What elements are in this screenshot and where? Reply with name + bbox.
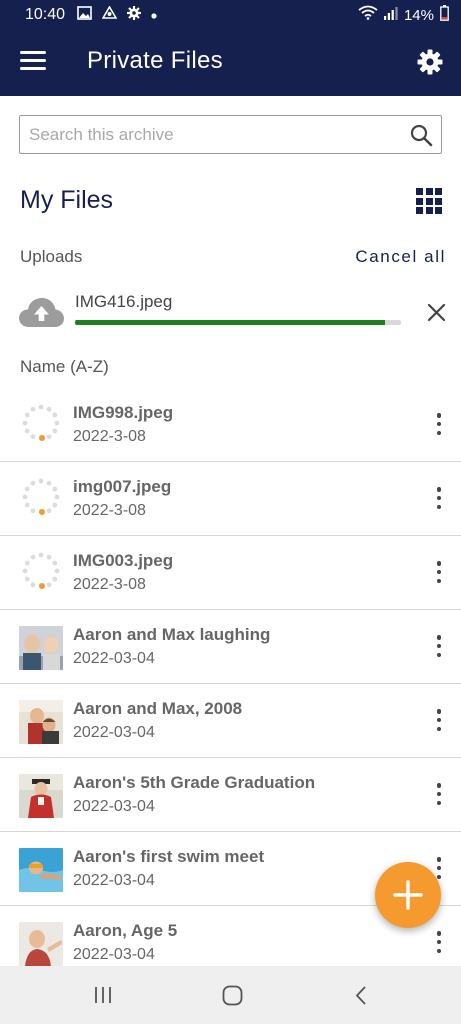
gear-icon[interactable] — [417, 49, 443, 75]
photo-thumbnail — [19, 848, 63, 892]
cloud-upload-icon — [19, 298, 64, 327]
more-vertical-icon[interactable] — [433, 783, 445, 805]
signal-icon — [383, 6, 398, 25]
drive-icon — [101, 4, 118, 25]
file-name: Aaron's 5th Grade Graduation — [73, 773, 316, 792]
more-vertical-icon[interactable] — [433, 709, 445, 731]
gallery-icon — [77, 5, 92, 25]
list-item[interactable]: IMG003.jpeg 2022-3-08 — [0, 536, 461, 610]
more-vertical-icon[interactable] — [433, 635, 445, 657]
file-date: 2022-3-08 — [73, 502, 146, 519]
upload-progress-bar — [75, 320, 401, 325]
list-item[interactable]: img007.jpeg 2022-3-08 — [0, 462, 461, 536]
file-date: 2022-03-04 — [73, 872, 155, 889]
file-date: 2022-3-08 — [73, 576, 146, 593]
loading-spinner-icon — [22, 552, 60, 589]
battery-icon — [440, 4, 449, 26]
file-name: Aaron's first swim meet — [73, 847, 265, 866]
list-item[interactable]: Aaron and Max laughing 2022-03-04 — [0, 610, 461, 684]
cancel-all-button[interactable]: Cancel all — [355, 247, 446, 267]
app-bar: Private Files — [0, 30, 461, 96]
menu-icon[interactable] — [20, 51, 46, 73]
list-item[interactable]: Aaron's 5th Grade Graduation 2022-03-04 — [0, 758, 461, 832]
recent-apps-icon[interactable] — [93, 986, 113, 1004]
add-file-button[interactable] — [375, 862, 441, 928]
status-time: 10:40 — [25, 6, 66, 23]
search-icon[interactable] — [409, 123, 433, 147]
loading-spinner-icon — [22, 478, 60, 515]
file-date: 2022-03-04 — [73, 946, 155, 963]
loading-spinner-icon — [22, 404, 60, 441]
plus-icon — [393, 880, 423, 910]
system-nav-bar — [0, 966, 461, 1024]
file-name: Aaron and Max laughing — [73, 625, 271, 644]
more-vertical-icon[interactable] — [433, 487, 445, 509]
upload-progress-fill — [75, 320, 385, 325]
uploads-label: Uploads — [20, 247, 83, 266]
photo-thumbnail — [19, 700, 63, 744]
file-date: 2022-03-04 — [73, 724, 155, 741]
file-name: IMG998.jpeg — [73, 403, 174, 422]
file-name: IMG003.jpeg — [73, 551, 174, 570]
back-icon[interactable] — [353, 985, 369, 1006]
more-vertical-icon[interactable] — [433, 931, 445, 953]
upload-file-name: IMG416.jpeg — [75, 292, 173, 311]
notification-dot-icon — [151, 6, 157, 24]
more-vertical-icon[interactable] — [433, 561, 445, 583]
photo-thumbnail — [19, 626, 63, 670]
status-bar: 10:40 14% — [0, 0, 461, 30]
page-title: Private Files — [87, 47, 223, 74]
search-box — [19, 115, 442, 154]
search-input[interactable] — [20, 116, 409, 153]
more-vertical-icon[interactable] — [433, 413, 445, 435]
file-date: 2022-03-04 — [73, 798, 155, 815]
file-name: Aaron and Max, 2008 — [73, 699, 243, 718]
grid-view-icon[interactable] — [416, 188, 442, 214]
list-item[interactable]: Aaron and Max, 2008 2022-03-04 — [0, 684, 461, 758]
file-name: img007.jpeg — [73, 477, 172, 496]
file-name: Aaron, Age 5 — [73, 921, 178, 940]
photo-thumbnail — [19, 774, 63, 818]
settings-status-icon — [127, 5, 142, 25]
sort-label[interactable]: Name (A-Z) — [20, 357, 109, 377]
close-icon[interactable] — [426, 302, 447, 323]
section-title: My Files — [20, 186, 114, 214]
file-date: 2022-03-04 — [73, 650, 155, 667]
file-date: 2022-3-08 — [73, 428, 146, 445]
home-icon[interactable] — [222, 985, 243, 1006]
photo-thumbnail — [19, 922, 63, 966]
list-item[interactable]: IMG998.jpeg 2022-3-08 — [0, 388, 461, 462]
wifi-icon — [358, 5, 378, 25]
battery-percent: 14% — [403, 6, 434, 24]
